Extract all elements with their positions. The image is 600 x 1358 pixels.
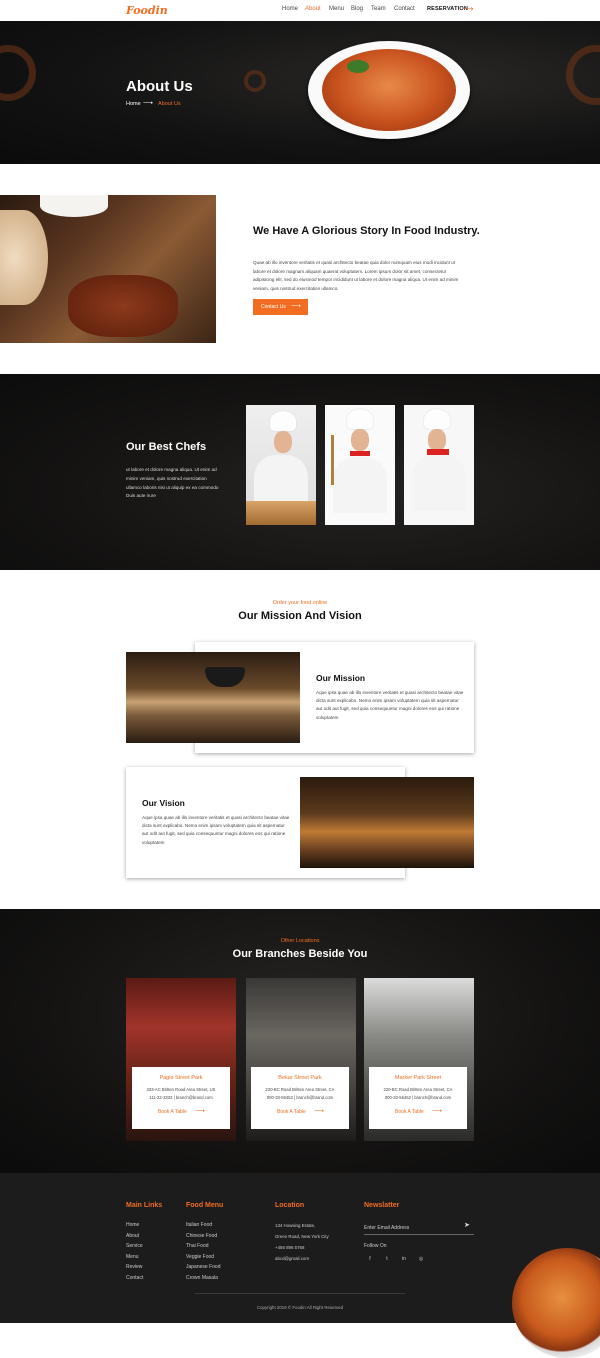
- footer-heading-newsletter: Newslatter: [364, 1202, 400, 1209]
- nav-link-contact[interactable]: Contact: [394, 6, 415, 12]
- chef-hat: [424, 409, 450, 429]
- footer-link-about[interactable]: About: [126, 1233, 139, 1239]
- branch-card: Pagla Street Park 333-AC Britten Road Ar…: [132, 1067, 230, 1129]
- basil-garnish: [347, 60, 369, 73]
- chef-uniform: [412, 455, 466, 511]
- branch-address: 333-AC Britten Road Area Street, US: [146, 1087, 216, 1092]
- page-title: About Us: [126, 78, 193, 95]
- steak-image: [68, 275, 178, 337]
- footer-link-japanese[interactable]: Japanese Food: [186, 1264, 220, 1270]
- nav-link-home[interactable]: Home: [282, 6, 298, 12]
- branch-address: 220-BC Road Britten Area Street, CA: [383, 1087, 453, 1092]
- mission-title: Our Mission: [316, 673, 366, 683]
- book-table-link[interactable]: Book A Table: [158, 1109, 187, 1115]
- footer-divider: [195, 1293, 405, 1294]
- send-icon[interactable]: ➤: [464, 1221, 470, 1229]
- footer-link-home[interactable]: Home: [126, 1222, 139, 1228]
- top-navbar: [0, 0, 600, 21]
- copyright-text: Copyright 2019 © Foodin All Right Reserv…: [256, 1305, 344, 1310]
- mission-eyebrow: Order your food online: [272, 600, 328, 606]
- branch-contact: 111-22-3333 | branch@brand.com: [149, 1095, 213, 1100]
- mission-vision-heading: Our Mission And Vision: [238, 610, 362, 622]
- mission-text: Aque ipsa quae ab illo inventore veritat…: [316, 690, 464, 720]
- facebook-icon[interactable]: f: [364, 1256, 376, 1266]
- footer-heading-food-menu: Food Menu: [186, 1202, 224, 1209]
- location-phone: +456 896 5768: [275, 1245, 305, 1250]
- newsletter-email-input[interactable]: [364, 1221, 474, 1235]
- branch-card: Marker Park Street 220-BC Road Britten A…: [369, 1067, 467, 1129]
- story-heading: We Have A Glorious Story In Food Industr…: [253, 225, 480, 237]
- book-table-link[interactable]: Book A Table: [277, 1109, 306, 1115]
- footer-link-menu[interactable]: Menu: [126, 1254, 139, 1260]
- breadcrumb-current: About Us: [158, 101, 181, 107]
- footer-link-veggie[interactable]: Veggie Food: [186, 1254, 214, 1260]
- vision-text: Aque ipsa quae ab illo inventore veritat…: [142, 815, 290, 845]
- story-paragraph: Quae ab illo inventore veritatis et quas…: [253, 260, 459, 291]
- arrow-right-icon: ⟶: [291, 303, 302, 310]
- branches-eyebrow: Other Locations: [280, 938, 320, 944]
- chef-uniform: [333, 457, 387, 513]
- arrow-right-icon: ⟶: [143, 100, 154, 107]
- linkedin-icon[interactable]: in: [398, 1256, 410, 1266]
- bread-image: [0, 210, 48, 305]
- chef-hat: [270, 411, 296, 431]
- branch-name: Bekar Street Park: [278, 1075, 322, 1081]
- chef-card[interactable]: [246, 405, 316, 525]
- brand-logo[interactable]: Foodin: [126, 4, 168, 17]
- branch-address: 220-BC Road Britten Area Street, CA: [265, 1087, 335, 1092]
- location-line: 134 Howsing Estate,: [275, 1223, 316, 1228]
- chef-face: [274, 431, 292, 453]
- chefs-heading: Our Best Chefs: [126, 441, 207, 453]
- location-email: abcd@gmail.com: [275, 1256, 309, 1261]
- chef-scarf: [350, 451, 370, 456]
- chef-hat: [347, 409, 373, 429]
- pasta-image: [322, 49, 456, 131]
- nav-link-team[interactable]: Team: [371, 6, 386, 12]
- decor-ring: [244, 70, 266, 92]
- arrow-right-icon: ⟶: [462, 4, 474, 13]
- branch-name: Pagla Street Park: [159, 1075, 203, 1081]
- book-table-link[interactable]: Book A Table: [395, 1109, 424, 1115]
- twitter-icon[interactable]: t: [381, 1256, 393, 1266]
- branch-card: Bekar Street Park 220-BC Road Britten Ar…: [251, 1067, 349, 1129]
- branches-heading: Our Branches Beside You: [232, 948, 368, 960]
- arrow-right-icon: ⟶: [195, 1108, 206, 1115]
- arrow-right-icon: ⟶: [314, 1108, 325, 1115]
- follow-label: Follow On: [364, 1243, 387, 1249]
- bread-tray: [246, 501, 316, 525]
- breadcrumb-home[interactable]: Home: [126, 101, 141, 107]
- footer-link-chinese[interactable]: Chinese Food: [186, 1233, 217, 1239]
- footer-link-thai[interactable]: Thai Food: [186, 1243, 209, 1249]
- restaurant-booth-image: [300, 777, 474, 868]
- footer-heading-location: Location: [275, 1202, 305, 1209]
- restaurant-interior-image: [126, 652, 300, 743]
- nav-link-blog[interactable]: Blog: [351, 6, 363, 12]
- footer-heading-main-links: Main Links: [126, 1202, 163, 1209]
- bowl-image: [40, 195, 108, 217]
- chef-face: [428, 429, 446, 451]
- branch-name: Marker Park Street: [394, 1075, 442, 1081]
- footer-link-review[interactable]: Review: [126, 1264, 142, 1270]
- nav-link-menu[interactable]: Menu: [329, 6, 344, 12]
- footer-link-contact[interactable]: Contact: [126, 1275, 143, 1281]
- nav-link-about[interactable]: About: [305, 6, 321, 12]
- chef-card[interactable]: [325, 405, 395, 525]
- location-line: Green Road, New York City: [275, 1234, 329, 1239]
- vision-title: Our Vision: [142, 798, 185, 808]
- footer-link-crown-masala[interactable]: Crown Masala: [186, 1275, 218, 1281]
- arrow-right-icon: ⟶: [432, 1108, 443, 1115]
- footer-link-service[interactable]: Service: [126, 1243, 143, 1249]
- chef-card[interactable]: [404, 405, 474, 525]
- branch-contact: 000-33-56452 | branch@brand.com: [266, 1095, 334, 1100]
- instagram-icon[interactable]: ◎: [415, 1256, 427, 1266]
- chef-face: [351, 429, 369, 451]
- branch-contact: 000-33-56452 | branch@brand.com: [384, 1095, 452, 1100]
- wooden-spoon: [331, 435, 334, 485]
- chefs-paragraph: ut labore et dolore magna aliqua. Ut eni…: [126, 467, 219, 499]
- hero-banner: [0, 21, 600, 164]
- footer-link-italian[interactable]: Italian Food: [186, 1222, 212, 1228]
